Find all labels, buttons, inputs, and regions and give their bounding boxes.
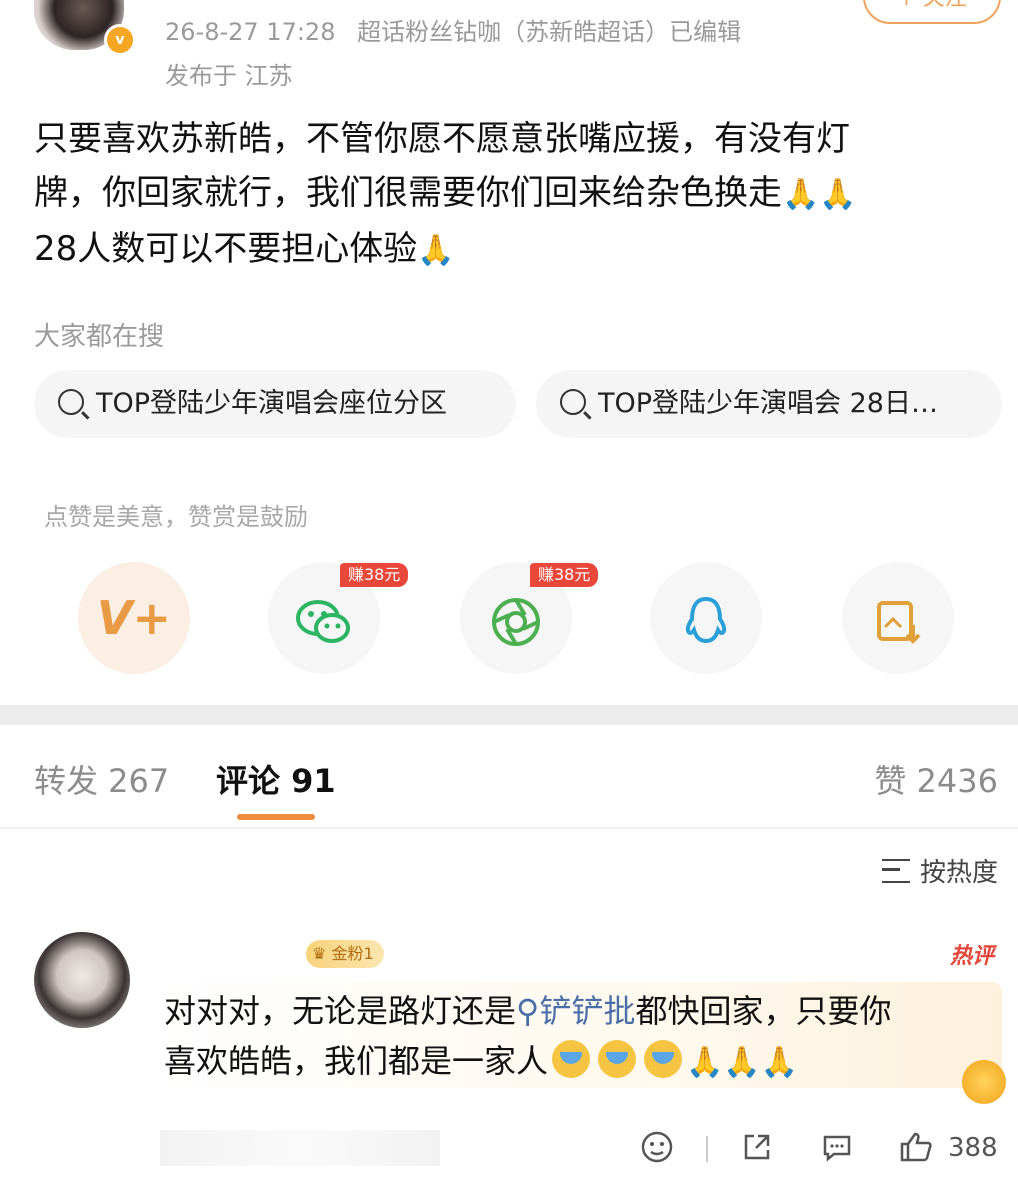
tab-repost[interactable]: 转发 267 — [34, 756, 169, 802]
reply-button[interactable] — [820, 1130, 854, 1172]
reward-tip: 点赞是美意，赞赏是鼓励 — [44, 503, 308, 531]
section-divider — [0, 705, 1018, 725]
earn-badge: 赚38元 — [530, 563, 599, 587]
mention-link[interactable]: ⚲铲铲批 — [516, 992, 635, 1030]
mention-label: 铲铲批 — [539, 992, 636, 1030]
action-separator — [706, 1136, 708, 1162]
sort-button[interactable]: 按热度 — [881, 852, 998, 889]
commenter-avatar[interactable] — [34, 932, 130, 1028]
trending-search-title: 大家都在搜 — [34, 322, 165, 352]
moments-icon — [492, 597, 540, 646]
trending-search-chip[interactable]: TOP登陆少年演唱会 28日… — [536, 370, 1002, 438]
tab-like[interactable]: 赞 2436 — [874, 756, 998, 802]
post-timestamp: 26-8-27 17:28 — [165, 18, 336, 46]
save-image-icon — [877, 600, 921, 644]
emoji-icon — [641, 1131, 673, 1163]
post-source: 超话粉丝钻咖（苏新皓超话）已编辑 — [357, 18, 742, 46]
hot-comment-tag: 热评 — [949, 944, 994, 969]
chip-label: TOP登陆少年演唱会 28日… — [598, 388, 938, 419]
earn-badge: 赚38元 — [340, 563, 409, 587]
comment-text-part: 对对对，无论是路灯还是 — [164, 992, 517, 1030]
crying-emoji-icon — [598, 1040, 637, 1078]
wechat-icon — [296, 599, 350, 643]
crying-emoji-icon — [644, 1040, 683, 1078]
pray-emoji-icon: 🙏 — [782, 177, 820, 212]
medal-icon — [962, 1060, 1006, 1104]
tab-comment[interactable]: 评论 91 — [216, 756, 336, 802]
pray-emoji-icon: 🙏 — [723, 1045, 761, 1080]
pray-emoji-icon: 🙏 — [819, 177, 857, 212]
like-count: 388 — [948, 1133, 998, 1163]
share-comment-button[interactable] — [740, 1130, 774, 1172]
share-icon — [744, 1134, 770, 1160]
trending-search-chip[interactable]: TOP登陆少年演唱会座位分区 — [34, 370, 516, 438]
post-text-line3: 28人数可以不要担心体验 — [34, 229, 418, 269]
post-location: 发布于 江苏 — [165, 62, 293, 90]
qq-icon — [685, 596, 727, 643]
qq-share-button[interactable] — [650, 562, 762, 674]
post-body: 只要喜欢苏新皓，不管你愿不愿意张嘴应援，有没有灯 牌，你回家就行，我们很需要你们… — [34, 112, 984, 278]
post-meta: 26-8-27 17:28 超话粉丝钻咖（苏新皓超话）已编辑 — [165, 12, 741, 47]
like-button[interactable] — [898, 1130, 934, 1172]
pray-emoji-icon: 🙏 — [760, 1045, 799, 1080]
sort-icon — [881, 859, 910, 883]
pray-emoji-icon: 🙏 — [686, 1045, 724, 1080]
pray-emoji-icon: 🙏 — [417, 233, 455, 268]
comment-body: 对对对，无论是路灯还是⚲铲铲批都快回家，只要你 喜欢皓皓，我们都是一家人 🙏🙏🙏 — [164, 986, 994, 1088]
vip-reward-button[interactable]: V+ — [78, 562, 190, 674]
blurred-meta — [160, 1130, 440, 1166]
crying-emoji-icon — [552, 1040, 591, 1078]
active-tab-indicator — [237, 814, 315, 820]
fan-badge-label: 金粉1 — [331, 944, 374, 963]
search-icon — [560, 389, 586, 415]
post-text-line1: 只要喜欢苏新皓，不管你愿不愿意张嘴应援，有没有灯 — [34, 119, 850, 159]
comment-text-part: 喜欢皓皓，我们都是一家人 — [164, 1042, 549, 1080]
verified-badge-icon: v — [104, 24, 136, 56]
save-image-button[interactable] — [842, 562, 954, 674]
emoji-reaction-button[interactable] — [640, 1130, 674, 1172]
follow-button[interactable]: + 关注 — [863, 0, 1001, 24]
post-text-line2: 牌，你回家就行，我们很需要你们回来给杂色换走 — [34, 173, 782, 213]
chip-label: TOP登陆少年演唱会座位分区 — [96, 388, 448, 419]
reply-icon — [823, 1135, 851, 1162]
thumbs-up-icon — [900, 1132, 932, 1162]
comment-text-part: 都快回家，只要你 — [635, 992, 892, 1030]
tabs-divider — [0, 827, 1018, 829]
sort-label: 按热度 — [919, 858, 998, 888]
search-icon — [58, 389, 84, 415]
fan-level-badge: ♛ 金粉1 — [306, 940, 384, 968]
